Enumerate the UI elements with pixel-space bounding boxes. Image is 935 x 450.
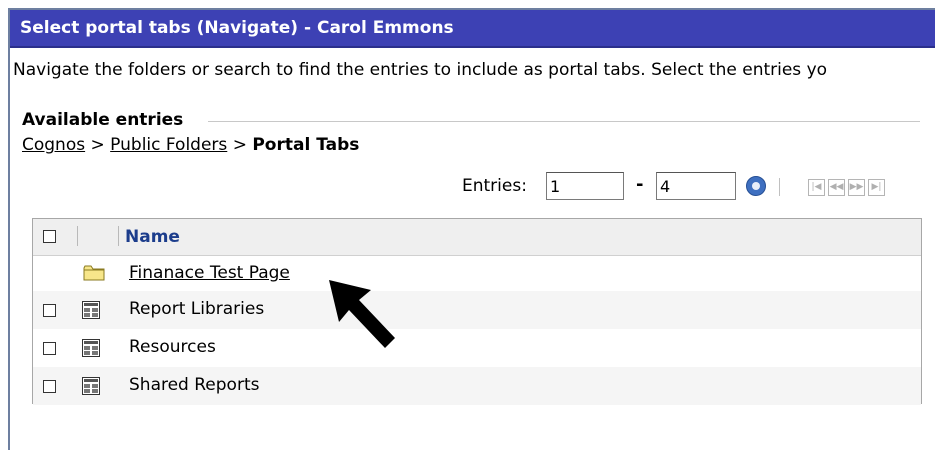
entry-name[interactable]: Resources [129, 337, 216, 357]
title-bar: Select portal tabs (Navigate) - Carol Em… [10, 10, 935, 48]
row-checkbox[interactable] [43, 380, 56, 393]
next-page-icon[interactable]: ▶▶ [848, 179, 865, 196]
name-column-header[interactable]: Name [125, 227, 180, 247]
pager-divider [779, 178, 780, 196]
go-icon[interactable] [746, 176, 766, 196]
portal-page-icon [82, 339, 100, 357]
first-page-icon[interactable]: |◀ [808, 179, 825, 196]
breadcrumb-link-public-folders[interactable]: Public Folders [110, 135, 227, 155]
table-row: Resources [33, 329, 921, 367]
instructions-text: Navigate the folders or search to find t… [13, 60, 828, 80]
header-divider [118, 226, 119, 246]
folder-icon [83, 265, 105, 281]
portal-page-icon [82, 301, 100, 319]
breadcrumb-separator: > [232, 135, 247, 155]
breadcrumb-link-cognos[interactable]: Cognos [22, 135, 85, 155]
entry-name[interactable]: Shared Reports [129, 375, 259, 395]
breadcrumb-current: Portal Tabs [252, 135, 360, 155]
portal-page-icon [82, 377, 100, 395]
breadcrumb-separator: > [90, 135, 105, 155]
table-row: Report Libraries [33, 291, 921, 329]
table-row: Finanace Test Page [33, 255, 921, 293]
entry-name[interactable]: Report Libraries [129, 299, 264, 319]
last-page-icon[interactable]: ▶| [868, 179, 885, 196]
entries-to-input[interactable] [656, 172, 736, 200]
breadcrumb: Cognos > Public Folders > Portal Tabs [22, 135, 359, 155]
row-checkbox[interactable] [43, 304, 56, 317]
entries-label: Entries: [462, 176, 527, 196]
row-checkbox[interactable] [43, 342, 56, 355]
table-row: Shared Reports [33, 367, 921, 405]
select-all-checkbox[interactable] [43, 230, 56, 243]
previous-page-icon[interactable]: ◀◀ [828, 179, 845, 196]
table-header: Name [33, 219, 921, 256]
entries-dash: - [636, 174, 644, 195]
section-divider [208, 121, 920, 122]
entry-link[interactable]: Finanace Test Page [129, 263, 290, 283]
entries-from-input[interactable] [546, 172, 624, 200]
header-divider [77, 226, 78, 246]
arrow-pointer-icon [329, 280, 395, 348]
section-title: Available entries [22, 110, 184, 130]
dialog-title: Select portal tabs (Navigate) - Carol Em… [20, 18, 454, 38]
entries-table: Name Finanace Test Page Report Libraries [32, 218, 922, 405]
